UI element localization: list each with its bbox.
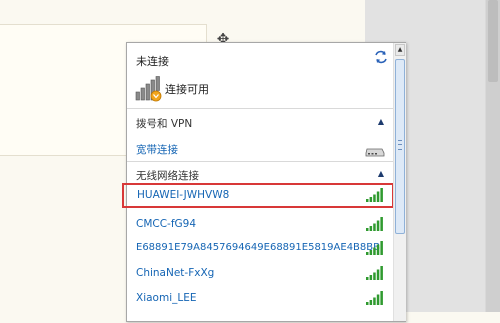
network-name: E68891E79A8457694649E68891E5819AE4B8BB	[136, 242, 380, 253]
signal-strength-icon	[366, 188, 383, 202]
refresh-icon[interactable]	[374, 50, 388, 64]
scroll-up-arrow-icon[interactable]: ▲	[395, 44, 405, 56]
wifi-network-item[interactable]: HUAWEI-JWHVW8	[122, 183, 394, 208]
collapse-chevron-icon[interactable]: ▲	[376, 170, 386, 178]
wifi-network-item[interactable]: E68891E79A8457694649E68891E5819AE4B8BB	[128, 236, 392, 261]
signal-strength-icon	[366, 241, 383, 255]
dialup-vpn-header[interactable]: 拨号和 VPN	[136, 116, 192, 131]
signal-strength-icon	[366, 291, 383, 305]
grip-icon	[398, 140, 402, 150]
network-connections-popup: 未连接 连接可用 拨号和 VPN ▲ 宽带连接 无线网络连接 ▲ HUAWEI-…	[122, 42, 406, 323]
wifi-network-item[interactable]: CMCC-fG94	[128, 212, 392, 237]
wireless-connections-header[interactable]: 无线网络连接	[136, 168, 199, 183]
connections-available-label: 连接可用	[165, 83, 209, 96]
window-scrollbar-thumb[interactable]	[488, 0, 498, 82]
network-name: ChinaNet-FxXg	[136, 267, 215, 279]
signal-strength-icon	[366, 266, 383, 280]
connection-status-title: 未连接	[136, 55, 169, 68]
scrollbar-thumb[interactable]	[395, 59, 405, 234]
collapse-chevron-icon[interactable]: ▲	[376, 118, 386, 126]
network-name: CMCC-fG94	[136, 218, 197, 230]
wifi-network-item[interactable]: Xiaomi_LEE	[128, 286, 392, 311]
network-name: HUAWEI-JWHVW8	[137, 189, 230, 201]
broadband-connection-item[interactable]: 宽带连接	[136, 142, 178, 157]
popup-content: 未连接 连接可用 拨号和 VPN ▲ 宽带连接 无线网络连接 ▲ HUAWEI-…	[122, 43, 394, 323]
network-available-icon	[135, 76, 162, 102]
section-divider	[127, 161, 393, 162]
signal-strength-icon	[366, 217, 383, 231]
network-name: Xiaomi_LEE	[136, 292, 197, 304]
section-divider	[127, 108, 393, 109]
wifi-network-item[interactable]: ChinaNet-FxXg	[128, 261, 392, 286]
modem-icon	[365, 148, 385, 157]
popup-scrollbar[interactable]: ▲	[393, 43, 406, 321]
